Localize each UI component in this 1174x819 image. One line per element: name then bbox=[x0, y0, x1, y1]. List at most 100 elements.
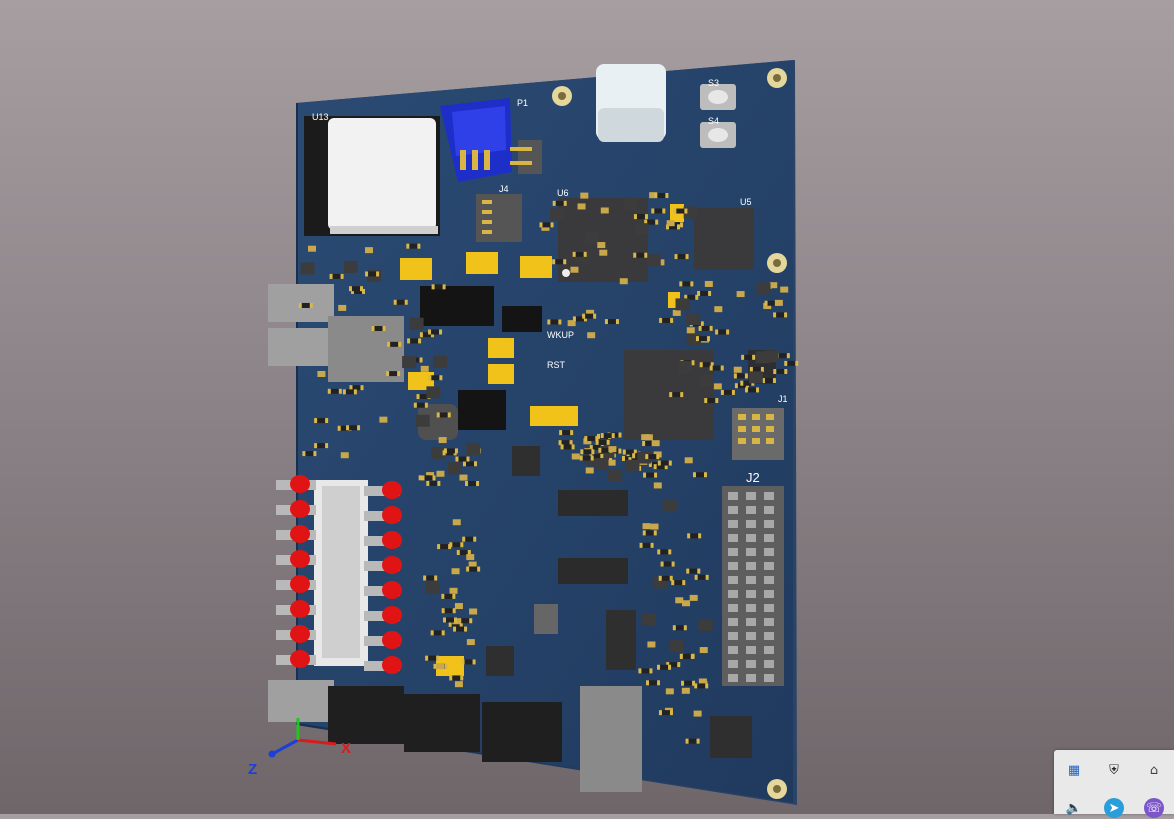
smd-capacitor bbox=[619, 278, 628, 285]
chip-u4[interactable] bbox=[558, 558, 628, 584]
smd-resistor bbox=[700, 325, 711, 331]
smd-pad bbox=[342, 389, 346, 395]
j2-pin bbox=[746, 604, 756, 612]
smd-pad bbox=[590, 455, 594, 461]
smd-resistor bbox=[443, 593, 454, 599]
chip-u7[interactable] bbox=[710, 716, 752, 758]
smd-pad bbox=[314, 418, 318, 424]
smd-resistor bbox=[706, 398, 717, 404]
smd-capacitor bbox=[780, 286, 789, 293]
white-connector[interactable] bbox=[314, 480, 368, 666]
module-u13[interactable] bbox=[304, 116, 440, 236]
usb-c-connector[interactable] bbox=[596, 64, 666, 142]
smd-capacitor bbox=[774, 299, 783, 306]
smd-resistor bbox=[648, 680, 659, 686]
smd-pad bbox=[752, 354, 756, 360]
smd-resistor bbox=[681, 653, 692, 659]
red-led bbox=[382, 656, 402, 674]
smd-transistor bbox=[623, 197, 638, 210]
smd-pad bbox=[579, 455, 583, 461]
smd-resistor bbox=[350, 286, 361, 292]
smd-pad bbox=[418, 475, 422, 481]
smd-transistor bbox=[343, 260, 358, 273]
smd-resistor bbox=[445, 448, 456, 454]
smd-pad bbox=[439, 375, 443, 381]
smd-pad bbox=[448, 621, 452, 627]
smd-pad bbox=[558, 319, 562, 325]
smd-resistor bbox=[432, 630, 443, 636]
volume-icon[interactable]: 🔈 bbox=[1064, 798, 1084, 818]
red-led bbox=[290, 550, 310, 568]
j2-pin bbox=[728, 660, 738, 668]
chip-u11[interactable] bbox=[534, 604, 558, 634]
smd-resistor bbox=[468, 566, 479, 572]
smd-resistor bbox=[344, 389, 355, 395]
smd-pad bbox=[744, 373, 748, 379]
telegram-icon[interactable]: ➤ bbox=[1104, 798, 1124, 818]
smd-capacitor bbox=[452, 519, 461, 526]
smd-pad bbox=[677, 662, 681, 668]
smd-resistor bbox=[711, 365, 722, 371]
usb-drive-icon[interactable]: ⌂ bbox=[1144, 760, 1164, 780]
smd-pad bbox=[699, 362, 703, 368]
smd-capacitor bbox=[681, 687, 690, 694]
silk-u6: U6 bbox=[557, 188, 569, 198]
smd-resistor bbox=[659, 460, 670, 466]
smd-pad bbox=[473, 461, 477, 467]
j2-pin bbox=[764, 520, 774, 528]
smd-pad bbox=[679, 281, 683, 287]
header-j2[interactable] bbox=[722, 486, 784, 686]
smd-resistor bbox=[696, 574, 707, 580]
smd-resistor bbox=[751, 366, 762, 372]
smd-pad bbox=[338, 388, 342, 394]
smd-capacitor bbox=[689, 594, 698, 601]
smd-pad bbox=[679, 653, 683, 659]
smd-pad bbox=[740, 380, 744, 386]
smd-pad bbox=[669, 710, 673, 716]
smd-pad bbox=[460, 675, 464, 681]
smd-capacitor bbox=[699, 647, 708, 654]
smd-capacitor bbox=[466, 554, 475, 561]
smd-resistor bbox=[687, 738, 698, 744]
smd-pad bbox=[668, 549, 672, 555]
smd-pad bbox=[473, 536, 477, 542]
network-monitor-icon[interactable]: ▦ bbox=[1064, 760, 1084, 780]
smd-resistor bbox=[316, 418, 327, 424]
smd-pad bbox=[386, 371, 390, 377]
smd-pad bbox=[692, 472, 696, 478]
chip-u14[interactable] bbox=[486, 646, 514, 676]
smd-pad bbox=[705, 683, 709, 689]
smd-pad bbox=[456, 550, 460, 556]
smd-pad bbox=[651, 208, 655, 214]
smd-resistor bbox=[562, 444, 573, 450]
chip-u8[interactable] bbox=[606, 610, 636, 670]
smd-pad bbox=[431, 284, 435, 290]
chip-u3[interactable] bbox=[558, 490, 628, 516]
smd-pad bbox=[695, 336, 699, 342]
smd-resistor bbox=[683, 680, 694, 686]
smd-pad bbox=[582, 313, 586, 319]
chip-u12[interactable] bbox=[512, 446, 540, 476]
header-j4[interactable] bbox=[476, 194, 522, 242]
smd-capacitor bbox=[597, 242, 606, 249]
smd-resistor bbox=[438, 412, 449, 418]
smd-pad bbox=[466, 456, 470, 462]
chip-u5[interactable] bbox=[694, 208, 754, 270]
smd-pad bbox=[731, 389, 735, 395]
pcb-3d-view[interactable]: Z X U13 P1 J4 U6 S3 S4 U5 WKUP RST J1 J2 bbox=[0, 0, 1174, 814]
silk-j2: J2 bbox=[746, 470, 760, 485]
smd-resistor bbox=[586, 436, 597, 442]
smd-pad bbox=[720, 365, 724, 371]
header-j1[interactable] bbox=[732, 408, 784, 460]
smd-transistor bbox=[433, 355, 448, 368]
smd-pad bbox=[397, 371, 401, 377]
smd-resistor bbox=[635, 214, 646, 220]
j2-pin bbox=[728, 506, 738, 514]
security-shield-icon[interactable]: ⛨ bbox=[1104, 760, 1124, 780]
smd-pad bbox=[313, 451, 317, 457]
smd-transistor bbox=[426, 386, 441, 399]
3d-viewport[interactable]: Z X U13 P1 J4 U6 S3 S4 U5 WKUP RST J1 J2 bbox=[0, 0, 1174, 814]
smd-resistor bbox=[467, 481, 478, 487]
smd-resistor bbox=[676, 254, 687, 260]
viber-icon[interactable]: ☏ bbox=[1144, 798, 1164, 818]
